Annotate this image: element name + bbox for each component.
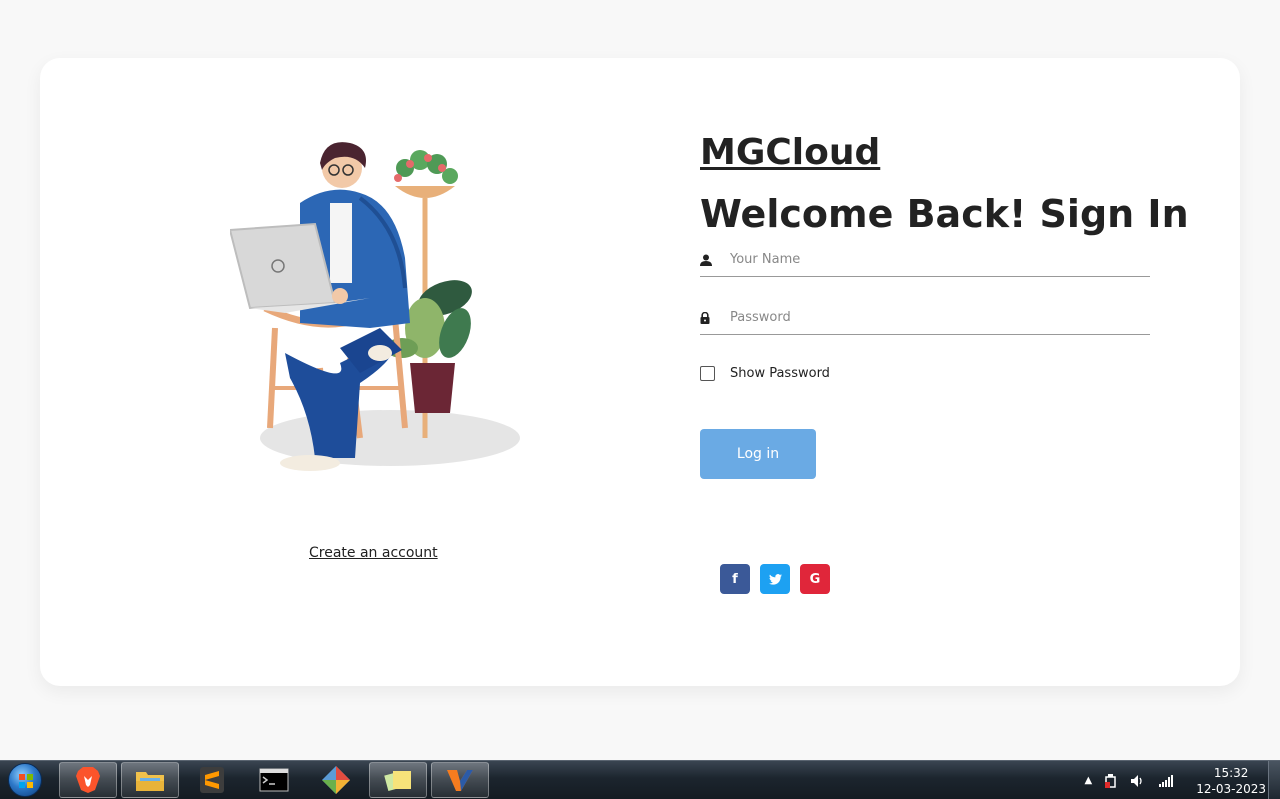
taskbar-sticky-notes[interactable]	[369, 762, 427, 798]
show-password-checkbox[interactable]	[700, 366, 715, 381]
password-input[interactable]	[730, 310, 1150, 325]
taskbar-command-prompt[interactable]	[245, 762, 303, 798]
login-card: Create an account MGCloud Welcome Back! …	[40, 58, 1240, 686]
clock[interactable]: 15:32 12-03-2023	[1196, 765, 1266, 797]
login-button[interactable]: Log in	[700, 429, 816, 479]
sticky-notes-icon	[384, 770, 411, 792]
show-password-label: Show Password	[730, 366, 830, 381]
network-signal-icon[interactable]	[1158, 774, 1174, 788]
taskbar-brave[interactable]	[59, 762, 117, 798]
show-password-toggle[interactable]: Show Password	[700, 366, 830, 381]
clock-date: 12-03-2023	[1196, 781, 1266, 796]
twitter-icon	[768, 573, 782, 585]
volume-icon[interactable]	[1130, 774, 1146, 788]
taskbar-file-explorer[interactable]	[121, 762, 179, 798]
twitter-login-button[interactable]	[760, 564, 790, 594]
brand-title[interactable]: MGCloud	[700, 132, 880, 173]
diamond-app-icon	[322, 766, 350, 794]
windows-logo-icon	[8, 763, 42, 797]
v-logo-icon	[447, 770, 473, 791]
brave-lion-icon	[76, 767, 100, 793]
taskbar: ▲ 15:32 12-03-2023	[0, 760, 1280, 799]
page-title: Welcome Back! Sign In	[700, 192, 1189, 236]
lock-icon	[700, 308, 720, 328]
power-icon[interactable]	[1104, 773, 1118, 789]
taskbar-sublime[interactable]	[183, 762, 241, 798]
terminal-icon	[259, 768, 289, 792]
show-desktop-button[interactable]	[1268, 761, 1280, 799]
facebook-login-button[interactable]: f	[720, 564, 750, 594]
name-input[interactable]	[730, 252, 1150, 267]
social-login-group: f G	[720, 564, 830, 594]
taskbar-vegas[interactable]	[431, 762, 489, 798]
person-laptop-illustration	[230, 142, 520, 471]
sublime-text-icon	[200, 767, 224, 793]
start-button[interactable]	[0, 761, 50, 799]
taskbar-apps	[59, 762, 489, 798]
taskbar-git[interactable]	[307, 762, 365, 798]
password-field-row	[700, 301, 1150, 335]
google-login-button[interactable]: G	[800, 564, 830, 594]
show-hidden-icons-icon[interactable]: ▲	[1085, 775, 1093, 786]
name-field-row	[700, 243, 1150, 277]
google-icon: G	[809, 571, 821, 587]
user-icon	[700, 250, 720, 270]
system-tray: ▲ 15:32 12-03-2023	[1085, 761, 1266, 799]
create-account-link[interactable]: Create an account	[309, 545, 438, 561]
facebook-icon: f	[732, 571, 738, 587]
folder-icon	[136, 772, 164, 791]
clock-time: 15:32	[1213, 765, 1249, 780]
